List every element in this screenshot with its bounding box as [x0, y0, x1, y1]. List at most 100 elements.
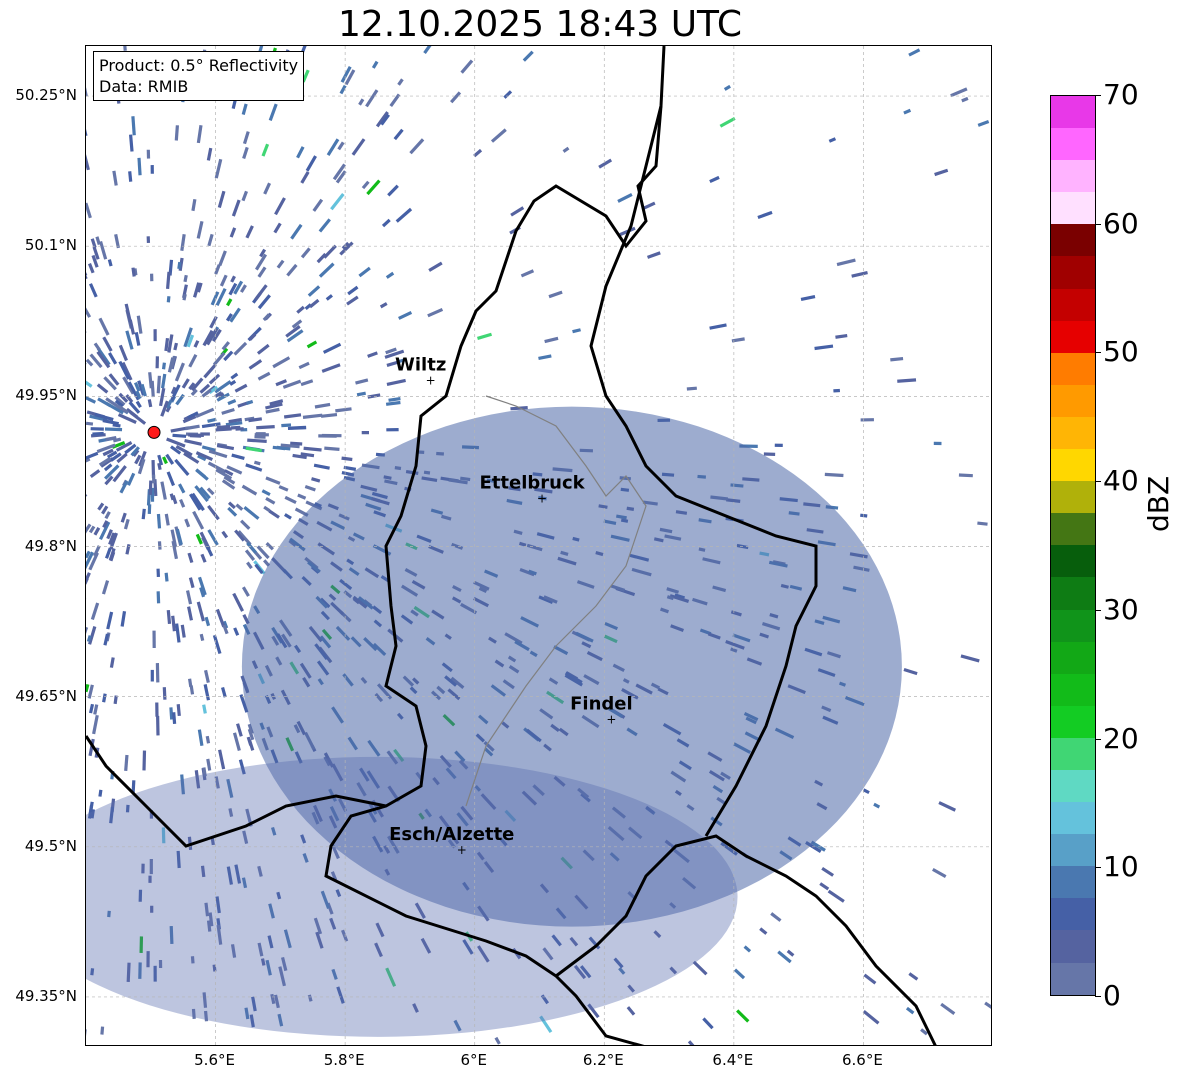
radar-echo — [325, 294, 333, 301]
radar-echo — [274, 197, 286, 216]
radar-echo — [177, 483, 186, 494]
radar-echo — [202, 704, 207, 714]
radar-echo — [188, 577, 195, 589]
radar-echo — [268, 509, 280, 519]
radar-echo — [324, 446, 340, 451]
colorbar-segment — [1051, 802, 1095, 835]
radar-echo — [398, 311, 413, 320]
radar-site-marker — [147, 425, 161, 439]
radar-echo — [221, 530, 229, 539]
radar-echo — [236, 723, 243, 737]
radar-echo — [905, 1006, 915, 1015]
radar-echo — [626, 1006, 636, 1016]
radar-echo — [261, 489, 271, 497]
radar-echo — [232, 592, 244, 612]
radar-echo — [318, 262, 335, 278]
lon-tick-label: 6.6°E — [842, 1051, 883, 1069]
radar-echo — [395, 207, 413, 223]
radar-echo — [86, 493, 88, 506]
radar-echo — [240, 519, 251, 530]
radar-map[interactable]: + Wiltz + Ettelbruck + Findel + Esch/Alzette — [85, 45, 992, 1046]
radar-echo — [757, 210, 773, 219]
radar-echo — [522, 50, 534, 62]
radar-echo — [351, 138, 366, 156]
radar-echo — [161, 362, 166, 370]
colorbar-segment — [1051, 320, 1095, 353]
radar-echo — [958, 473, 973, 478]
lat-tick-label: 50.25°N — [15, 86, 77, 105]
radar-echo — [306, 340, 318, 349]
radar-echo — [86, 121, 88, 137]
radar-echo — [284, 495, 297, 504]
radar-echo — [686, 386, 697, 391]
radar-echo — [510, 206, 525, 217]
radar-echo — [184, 518, 191, 528]
radar-echo — [181, 378, 190, 389]
radar-echo — [153, 329, 157, 342]
colorbar-segment — [1051, 962, 1095, 995]
radar-echo — [235, 503, 244, 511]
radar-echo — [477, 332, 493, 340]
radar-echo — [247, 438, 267, 443]
radar-echo — [819, 882, 830, 891]
radar-echo — [185, 590, 193, 605]
colorbar-segment — [1051, 834, 1095, 867]
radar-echo — [196, 221, 204, 239]
radar-echo — [207, 529, 219, 546]
radar-echo — [187, 606, 193, 621]
radar-echo — [242, 146, 249, 160]
radar-echo — [330, 192, 345, 211]
radar-echo — [305, 155, 317, 172]
colorbar-tick-label: 70 — [1103, 78, 1139, 111]
radar-echo — [150, 380, 155, 398]
radar-echo — [86, 572, 91, 589]
radar-echo — [98, 789, 103, 797]
radar-echo — [86, 1029, 87, 1045]
radar-echo — [503, 90, 513, 99]
colorbar-tick-label: 60 — [1103, 206, 1139, 240]
radar-echo — [246, 399, 254, 405]
radar-echo — [200, 432, 210, 436]
radar-echo — [135, 400, 142, 409]
radar-echo — [827, 889, 845, 903]
radar-echo — [156, 568, 160, 578]
radar-echo — [709, 323, 727, 330]
colorbar-tickmark — [1095, 223, 1101, 225]
radar-echo — [88, 703, 95, 714]
radar-echo — [215, 608, 226, 628]
colorbar-segment — [1051, 641, 1095, 674]
radar-echo — [296, 146, 305, 159]
lon-tick-label: 6°E — [460, 1051, 487, 1069]
radar-echo — [562, 146, 570, 153]
dbz-colorbar — [1050, 95, 1096, 996]
radar-echo — [86, 683, 90, 693]
radar-echo — [890, 356, 904, 362]
radar-echo — [207, 504, 220, 521]
radar-echo — [109, 657, 115, 668]
radar-echo — [358, 98, 365, 106]
colorbar-label: dBZ — [1142, 475, 1175, 532]
radar-echo — [118, 344, 128, 362]
lat-tick-label: 49.95°N — [15, 386, 77, 405]
radar-echo — [361, 430, 370, 435]
radar-echo — [106, 611, 114, 630]
radar-echo — [141, 508, 146, 520]
radar-echo — [93, 704, 99, 715]
radar-echo — [256, 343, 270, 355]
radar-echo — [386, 378, 406, 387]
radar-echo — [814, 344, 834, 351]
map-title: 12.10.2025 18:43 UTC — [337, 4, 743, 45]
radar-echo — [208, 373, 221, 385]
product-label: Product: 0.5° Reflectivity — [99, 56, 299, 75]
radar-echo — [183, 274, 188, 283]
colorbar-segment — [1051, 192, 1095, 225]
lon-tick-label: 6.2°E — [582, 1051, 624, 1069]
radar-echo — [961, 96, 969, 103]
radar-echo — [208, 449, 228, 459]
radar-echo — [120, 512, 127, 523]
radar-echo — [835, 333, 848, 339]
colorbar-tickmark — [1095, 867, 1101, 869]
radar-echo — [120, 610, 127, 627]
radar-echo — [247, 739, 255, 751]
radar-echo — [873, 802, 881, 809]
